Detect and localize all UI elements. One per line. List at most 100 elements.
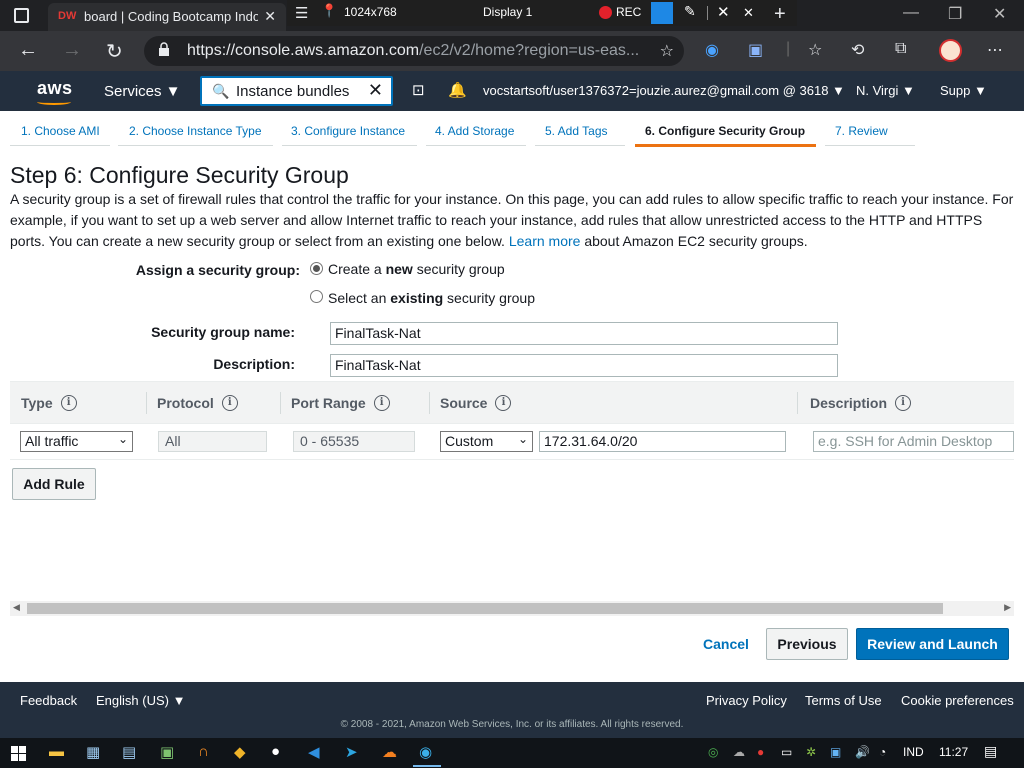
cookie-preferences-link[interactable]: Cookie preferences (901, 693, 1014, 708)
tray-cloud-icon[interactable]: ☁ (733, 745, 745, 759)
learn-more-link[interactable]: Learn more (509, 233, 581, 249)
cloudflare-icon[interactable]: ☁ (382, 743, 397, 761)
tray-app-icon[interactable]: ✲ (806, 745, 816, 759)
sg-name-input[interactable]: FinalTask-Nat (330, 322, 838, 345)
profile-avatar[interactable] (939, 39, 962, 62)
input-language[interactable]: IND (903, 745, 924, 759)
info-icon[interactable]: i (60, 395, 77, 411)
tray-recorder-icon[interactable]: ◎ (708, 745, 718, 759)
app-icon[interactable]: ▣ (160, 743, 174, 761)
step-choose-instance-type[interactable]: 2. Choose Instance Type (129, 124, 262, 138)
browser-tab[interactable]: DW board | Coding Bootcamp Indonesia ✕ (48, 3, 286, 31)
pen-icon[interactable]: ✎ (684, 3, 696, 20)
git-icon[interactable]: ◆ (234, 743, 246, 761)
previous-button[interactable]: Previous (766, 628, 848, 660)
address-bar[interactable]: https://console.aws.amazon.com/ec2/v2/ho… (144, 36, 684, 66)
favorite-star-icon[interactable]: ☆ (660, 41, 674, 61)
tray-app-icon[interactable]: ▣ (830, 745, 841, 759)
forward-icon[interactable]: → (62, 39, 82, 62)
type-select[interactable]: All traffic ⌄ (20, 431, 133, 452)
clear-search-icon[interactable]: ✕ (368, 80, 383, 101)
restore-icon[interactable]: ❐ (948, 4, 962, 24)
info-icon[interactable]: i (373, 395, 390, 411)
recorder-close-icon[interactable]: ✕ (743, 5, 754, 21)
privacy-policy-link[interactable]: Privacy Policy (706, 693, 787, 708)
tab-close-icon[interactable]: ✕ (264, 8, 276, 25)
sg-description-input[interactable]: FinalTask-Nat (330, 354, 838, 377)
record-icon[interactable] (599, 6, 612, 19)
minimize-icon[interactable]: — (903, 4, 919, 22)
create-new-sg-radio[interactable] (310, 262, 323, 275)
cancel-button[interactable]: Cancel (703, 636, 749, 652)
info-icon[interactable]: i (495, 395, 512, 411)
cloudshell-icon[interactable]: ⊡ (412, 81, 425, 99)
app-icon[interactable]: ▦ (86, 743, 100, 761)
more-menu-icon[interactable]: ⋯ (987, 40, 1003, 60)
app-icon[interactable]: ▤ (122, 743, 136, 761)
new-tab-icon[interactable]: + (774, 3, 786, 26)
file-explorer-icon[interactable]: ▬ (49, 743, 64, 760)
github-icon[interactable]: ● (271, 743, 280, 760)
account-menu[interactable]: vocstartsoft/user1376372=jouzie.aurez@gm… (483, 83, 845, 98)
scrollbar-thumb[interactable] (27, 603, 943, 614)
language-select[interactable]: English (US) ▼ (96, 693, 185, 708)
horizontal-scrollbar[interactable]: ◀ ▶ (10, 601, 1014, 616)
recorder-display[interactable]: Display 1 (483, 5, 532, 19)
step-choose-ami[interactable]: 1. Choose AMI (21, 124, 100, 138)
aws-search-input[interactable]: 🔍 Instance bundles ✕ (200, 76, 393, 106)
camera-icon[interactable] (651, 2, 673, 24)
favorites-icon[interactable]: ☆ (808, 40, 822, 60)
volume-icon[interactable]: 🔊 (855, 745, 870, 759)
window-close-icon[interactable]: ✕ (993, 4, 1006, 24)
edge-icon[interactable]: ◉ (419, 743, 432, 761)
support-menu[interactable]: Supp ▼ (940, 83, 987, 98)
windows-start-icon[interactable] (11, 746, 26, 761)
scroll-left-icon[interactable]: ◀ (13, 602, 20, 613)
wifi-icon[interactable]: ◔ (879, 745, 886, 759)
services-menu[interactable]: Services ▼ (104, 83, 181, 100)
source-type-select[interactable]: Custom ⌄ (440, 431, 533, 452)
clock[interactable]: 11:27 (939, 745, 968, 759)
search-value: Instance bundles (236, 83, 350, 100)
source-cidr-input[interactable]: 172.31.64.0/20 (539, 431, 786, 452)
tray-app-icon[interactable]: ● (757, 745, 764, 759)
scroll-right-icon[interactable]: ▶ (1004, 602, 1011, 613)
page-intro: A security group is a set of firewall ru… (10, 191, 1014, 249)
info-icon[interactable]: i (895, 395, 912, 411)
back-icon[interactable]: ← (18, 39, 38, 62)
step-add-tags[interactable]: 5. Add Tags (545, 124, 608, 138)
recorder-pin-icon[interactable]: 📍 (321, 3, 337, 19)
feedback-link[interactable]: Feedback (20, 693, 77, 708)
add-rule-button[interactable]: Add Rule (12, 468, 96, 500)
terms-of-use-link[interactable]: Terms of Use (805, 693, 882, 708)
recorder-rec-label[interactable]: REC (616, 5, 641, 19)
region-menu[interactable]: N. Virgi ▼ (856, 83, 915, 98)
info-icon[interactable]: i (221, 395, 238, 411)
recorder-menu-icon[interactable]: ☰ (295, 4, 308, 22)
history-icon[interactable]: ⟲ (851, 40, 864, 60)
step-underline (426, 145, 526, 146)
aws-logo[interactable]: aws (37, 78, 73, 99)
reload-icon[interactable]: ↻ (106, 39, 123, 64)
extension-screen-icon[interactable]: ▣ (748, 40, 763, 60)
tray-battery-icon[interactable]: ▭ (781, 745, 792, 759)
rule-description-input[interactable]: e.g. SSH for Admin Desktop (813, 431, 1014, 452)
create-new-sg-label[interactable]: Create a new security group (328, 261, 505, 277)
step-review[interactable]: 7. Review (835, 124, 888, 138)
notifications-icon[interactable]: ▤ (984, 743, 997, 760)
telegram-icon[interactable]: ➤ (345, 743, 358, 761)
browser-window-menu-icon[interactable] (14, 8, 29, 23)
aws-logo-smile-icon (37, 99, 71, 105)
vscode-icon[interactable]: ◀ (308, 743, 320, 761)
extension-search-icon[interactable]: ◉ (705, 40, 719, 60)
app-icon[interactable]: ∩ (198, 743, 209, 760)
recorder-stop-icon[interactable]: ✕ (717, 3, 730, 21)
select-existing-sg-label[interactable]: Select an existing security group (328, 290, 535, 306)
step-configure-security-group[interactable]: 6. Configure Security Group (645, 124, 805, 138)
collections-icon[interactable]: ⧉ (895, 40, 906, 58)
notifications-bell-icon[interactable]: 🔔 (448, 81, 467, 99)
step-configure-instance[interactable]: 3. Configure Instance (291, 124, 405, 138)
step-add-storage[interactable]: 4. Add Storage (435, 124, 514, 138)
select-existing-sg-radio[interactable] (310, 290, 323, 303)
review-and-launch-button[interactable]: Review and Launch (856, 628, 1009, 660)
